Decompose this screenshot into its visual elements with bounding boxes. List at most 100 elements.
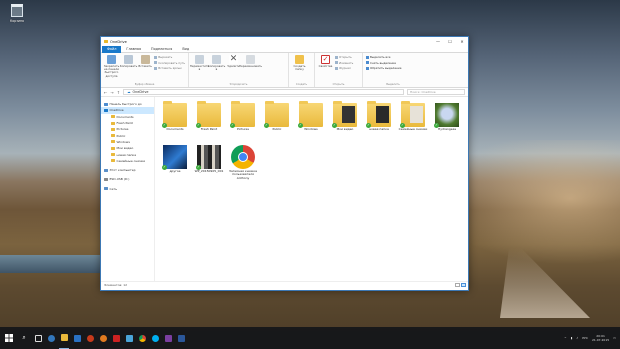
folder-icon xyxy=(111,159,115,163)
task-view-icon[interactable] xyxy=(33,327,43,349)
new-folder-icon xyxy=(295,55,304,64)
group-label: Буфер обмена xyxy=(134,83,155,86)
move-to-button[interactable]: Переместить в xyxy=(190,55,209,82)
maximize-button[interactable]: ☐ xyxy=(444,37,456,46)
back-arrow-icon[interactable]: ← xyxy=(104,90,107,95)
details-view-icon[interactable] xyxy=(455,283,460,287)
nav-usb-drive[interactable]: ESD-USB (D:) xyxy=(101,176,154,182)
group-label: Открыть xyxy=(332,83,345,86)
folder-icon: ✓ xyxy=(264,101,289,128)
taskbar-search-icon[interactable]: ⌕ xyxy=(18,327,30,349)
folder-icon: ✓ xyxy=(298,101,323,128)
up-arrow-icon[interactable]: ↑ xyxy=(117,90,120,95)
network-icon xyxy=(104,187,108,191)
sync-check-icon: ✓ xyxy=(400,123,405,128)
organize-group: Переместить в Копировать в ✕ Удалить Пере… xyxy=(189,53,289,87)
firefox-icon[interactable] xyxy=(98,327,108,349)
copy-path-button[interactable]: Скопировать путь xyxy=(154,61,185,65)
file-item-pictures[interactable]: ✓ Pictures xyxy=(227,101,259,131)
minimize-button[interactable]: — xyxy=(432,37,444,46)
file-item-other[interactable]: ✓ другое xyxy=(159,145,191,173)
skype-icon[interactable] xyxy=(150,327,160,349)
select-none-button[interactable]: Снять выделение xyxy=(366,61,401,65)
file-item-my-videos[interactable]: ✓ Мои видео xyxy=(329,101,361,131)
tray-chevron-icon[interactable]: ^ xyxy=(564,336,567,340)
paste-shortcut-button[interactable]: Вставить ярлык xyxy=(154,66,185,70)
history-button[interactable]: Журнал xyxy=(335,66,353,70)
nav-network[interactable]: Сеть xyxy=(101,186,154,192)
file-item-wp-image[interactable]: ✓ WP_20150905_001 xyxy=(193,145,225,173)
item-count: Элементов: 12 xyxy=(104,283,128,287)
file-item-new-folder[interactable]: ✓ новая папка xyxy=(363,101,395,131)
copy-to-icon xyxy=(212,55,221,64)
open-group: ✓ Свойства Открыть Изменить Журнал Открыт… xyxy=(315,53,363,87)
edge-browser-icon[interactable] xyxy=(46,327,56,349)
computer-icon xyxy=(104,168,108,172)
input-language[interactable]: РУС xyxy=(582,336,588,340)
close-button[interactable]: ✕ xyxy=(456,37,468,46)
invert-selection-button[interactable]: Обратить выделение xyxy=(366,66,401,70)
tab-view[interactable]: Вид xyxy=(177,46,194,53)
folder-icon xyxy=(104,40,108,43)
invert-icon xyxy=(366,66,369,70)
desktop-recycle-bin[interactable]: Корзина xyxy=(6,4,28,23)
new-folder-button[interactable]: Создать папку xyxy=(292,55,307,82)
tab-home[interactable]: Главная xyxy=(121,46,146,53)
path-segment[interactable]: OneDrive xyxy=(132,90,148,94)
file-item-windows[interactable]: ✓ Windows xyxy=(295,101,327,131)
forward-arrow-icon[interactable]: → xyxy=(110,90,113,95)
large-icons-view-icon[interactable] xyxy=(461,283,466,287)
usb-drive-icon xyxy=(104,177,108,181)
explorer-window: OneDrive — ☐ ✕ Файл Главная Поделиться В… xyxy=(100,36,469,291)
properties-button[interactable]: ✓ Свойства xyxy=(318,55,333,82)
store-icon[interactable] xyxy=(72,327,82,349)
rename-button[interactable]: Переименовать xyxy=(239,55,262,82)
onenote-icon[interactable] xyxy=(163,327,173,349)
clock[interactable]: 20:01 21.07.2015 xyxy=(592,334,609,342)
delete-button[interactable]: ✕ Удалить xyxy=(226,55,241,82)
copy-to-button[interactable]: Копировать в xyxy=(208,55,225,82)
copy-button[interactable]: Копировать xyxy=(120,55,137,82)
file-item-hydrangeas[interactable]: ✓ Hydrangeas xyxy=(431,103,463,131)
notifications-icon[interactable]: ▭ xyxy=(613,336,616,340)
select-all-icon xyxy=(366,55,369,59)
paste-button[interactable]: Вставить xyxy=(138,55,152,82)
sync-check-icon: ✓ xyxy=(230,123,235,128)
word-icon[interactable] xyxy=(176,327,186,349)
file-item-notebook[interactable]: Записная книжка пользователя Anthony xyxy=(227,145,259,180)
pin-button[interactable]: Закрепить на панели быстрого доступа xyxy=(104,55,119,82)
file-item-family-photos[interactable]: ✓ Семейные снимки xyxy=(397,101,429,131)
sync-check-icon: ✓ xyxy=(196,165,201,170)
nav-this-pc[interactable]: Этот компьютер xyxy=(101,167,154,173)
sync-check-icon: ✓ xyxy=(264,123,269,128)
tab-share[interactable]: Поделиться xyxy=(146,46,177,53)
tab-file[interactable]: Файл xyxy=(102,45,122,53)
open-icon xyxy=(335,55,338,59)
chrome-taskbar-icon[interactable] xyxy=(137,327,147,349)
start-button[interactable] xyxy=(0,327,18,349)
file-list: ✓ Documents ✓ Fresh Paint ✓ Pictures ✓ P… xyxy=(155,97,468,281)
edit-icon xyxy=(335,61,338,64)
file-item-public[interactable]: ✓ Public xyxy=(261,101,293,131)
network-tray-icon[interactable]: ▮ xyxy=(571,336,573,340)
status-bar: Элементов: 12 xyxy=(101,281,468,287)
media-player-icon[interactable] xyxy=(85,327,95,349)
nav-onedrive-child[interactable]: Семейные снимки xyxy=(101,158,154,164)
rename-icon xyxy=(246,55,255,64)
pdf-reader-icon[interactable] xyxy=(111,327,121,349)
clipboard-group: Закрепить на панели быстрого доступа Коп… xyxy=(101,53,189,87)
volume-icon[interactable]: ♪ xyxy=(576,336,578,340)
address-box[interactable]: ☁ OneDrive xyxy=(123,89,404,95)
file-item-fresh-paint[interactable]: ✓ Fresh Paint xyxy=(193,101,225,131)
search-input[interactable]: Поиск: OneDrive xyxy=(407,89,465,95)
file-explorer-taskbar-icon[interactable] xyxy=(59,327,69,349)
cut-button[interactable]: Вырезать xyxy=(154,55,185,59)
paint-icon[interactable] xyxy=(124,327,134,349)
star-icon xyxy=(104,102,108,106)
select-all-button[interactable]: Выделить все xyxy=(366,55,401,59)
sync-check-icon: ✓ xyxy=(298,123,303,128)
open-button[interactable]: Открыть xyxy=(335,55,353,59)
file-item-documents[interactable]: ✓ Documents xyxy=(159,101,191,131)
edit-button[interactable]: Изменить xyxy=(335,61,353,65)
navigation-pane: Панель быстрого до OneDrive Documents Fr… xyxy=(101,97,155,281)
